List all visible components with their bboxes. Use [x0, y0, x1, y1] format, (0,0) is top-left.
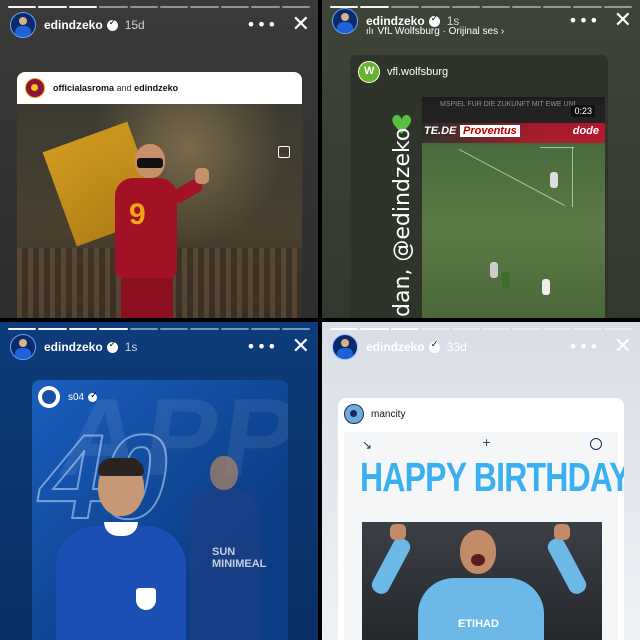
shared-post-card[interactable]: APPY 40 s04 SUN MINIMEAL — [32, 380, 288, 640]
post-video[interactable]: MSPIEL FÜR DIE ZUKUNFT MIT EWE UND SWI T… — [422, 97, 605, 318]
verified-badge-icon — [88, 391, 98, 402]
verified-badge-icon — [428, 14, 440, 27]
avatar[interactable] — [10, 334, 36, 360]
player-figure: 9 — [107, 144, 209, 318]
jersey-number: 9 — [129, 198, 146, 231]
story-panel-roma[interactable]: edindzeko 15d ••• ✕ officialasroma and e… — [0, 0, 318, 318]
audio-bars-icon: ılı — [366, 27, 374, 37]
jersey-sponsor: SUN MINIMEAL — [212, 546, 267, 570]
shared-post-header: officialasroma and edindzeko — [17, 72, 302, 104]
story-username[interactable]: edindzeko — [44, 340, 103, 354]
verified-badge-icon — [106, 340, 118, 353]
post-joiner: and — [116, 83, 132, 93]
player-marker — [542, 279, 550, 295]
post-owner[interactable]: vfl.wolfsburg — [387, 66, 448, 78]
story-timestamp: 1s — [124, 340, 138, 354]
post-photo: 9 — [17, 104, 302, 318]
birthday-headline: HAPPY BIRTHDAY — [360, 454, 624, 500]
avatar[interactable] — [332, 8, 358, 34]
story-timestamp: 15d — [124, 18, 145, 32]
plus-icon: + — [482, 436, 492, 449]
shared-post-header: s04 — [38, 386, 98, 408]
jersey-sponsor: ETIHAD — [458, 618, 499, 630]
close-button[interactable]: ✕ — [292, 14, 310, 36]
player-marker — [502, 272, 510, 288]
avatar[interactable] — [332, 334, 358, 360]
ad-board-mid: Proventus — [460, 125, 520, 137]
story-panel-wolfsburg[interactable]: edindzeko 1s ••• ✕ ılıVfL Wolfsburg · Or… — [322, 0, 640, 318]
roma-logo-icon[interactable] — [25, 78, 45, 98]
video-timestamp: 0:23 — [571, 105, 595, 117]
face-mask-icon — [137, 158, 163, 168]
more-options-button[interactable]: ••• — [246, 339, 277, 355]
player-figure — [56, 458, 186, 640]
audio-label: VfL Wolfsburg · Orijinal ses — [377, 26, 499, 37]
story-progress-bar — [330, 328, 633, 330]
story-progress-bar — [8, 6, 311, 8]
player-figure-background: SUN MINIMEAL — [182, 456, 272, 640]
post-owner[interactable]: officialasroma — [53, 83, 114, 93]
stadium-banner-text: MSPIEL FÜR DIE ZUKUNFT MIT EWE UND SWI — [440, 101, 575, 108]
story-header: edindzeko 1s ••• ✕ — [10, 334, 310, 360]
story-panel-schalke[interactable]: edindzeko 1s ••• ✕ APPY 40 s04 SUN MINIM… — [0, 322, 318, 640]
shared-post-header: vfl.wolfsburg — [358, 61, 448, 83]
shared-post-header: mancity — [344, 404, 405, 424]
multi-post-icon — [278, 146, 290, 158]
story-progress-bar — [8, 328, 311, 330]
close-button[interactable]: ✕ — [614, 336, 632, 358]
ad-board-left: TE.DE — [424, 125, 457, 137]
post-owner[interactable]: mancity — [371, 409, 405, 420]
post-photo: ETIHAD — [362, 522, 602, 640]
goal-bar — [540, 147, 574, 148]
more-options-button[interactable]: ••• — [568, 339, 599, 355]
story-header: edindzeko 33d ••• ✕ — [332, 334, 632, 360]
mancity-mini-crest-icon — [590, 438, 602, 450]
verified-badge-icon — [428, 340, 440, 353]
close-button[interactable]: ✕ — [614, 10, 632, 32]
more-options-button[interactable]: ••• — [246, 17, 277, 33]
club-crest-icon — [136, 588, 156, 610]
post-collaborator[interactable]: edindzeko — [134, 83, 178, 93]
story-timestamp: 33d — [446, 340, 467, 354]
player-marker — [490, 262, 498, 278]
more-options-button[interactable]: ••• — [568, 13, 599, 29]
story-username[interactable]: edindzeko — [366, 340, 425, 354]
goal-post — [572, 147, 573, 207]
schalke-logo-icon[interactable] — [38, 386, 60, 408]
birthday-graphic: ↘ + HAPPY BIRTHDAY ETIHAD — [344, 432, 624, 640]
mancity-logo-icon[interactable] — [344, 404, 364, 424]
close-button[interactable]: ✕ — [292, 336, 310, 358]
shared-post-card[interactable]: officialasroma and edindzeko 9 — [17, 72, 302, 318]
player-marker — [550, 172, 558, 188]
post-owner[interactable]: s04 — [68, 392, 84, 403]
story-username[interactable]: edindzeko — [44, 18, 103, 32]
chevron-right-icon: › — [500, 26, 505, 37]
avatar[interactable] — [10, 12, 36, 38]
audio-subline[interactable]: ılı VfL Wolfsburg · Orijinal ses › — [366, 26, 504, 37]
wolfsburg-logo-icon[interactable] — [358, 61, 380, 83]
story-panel-mancity[interactable]: edindzeko 33d ••• ✕ mancity ↘ + HAPPY BI… — [322, 322, 640, 640]
story-header: edindzeko 15d ••• ✕ — [10, 12, 310, 38]
shared-post-card[interactable]: vfl.wolfsburg ♥ MSPIEL FÜR DIE ZUKUNFT M… — [350, 55, 608, 318]
mention-text[interactable]: dan, @edindzeko — [390, 128, 415, 317]
ad-board-right: dode — [572, 125, 599, 137]
arrow-icon: ↘ — [362, 438, 373, 452]
shared-post-card[interactable]: mancity ↘ + HAPPY BIRTHDAY ETIHAD — [338, 398, 624, 640]
verified-badge-icon — [106, 18, 118, 31]
